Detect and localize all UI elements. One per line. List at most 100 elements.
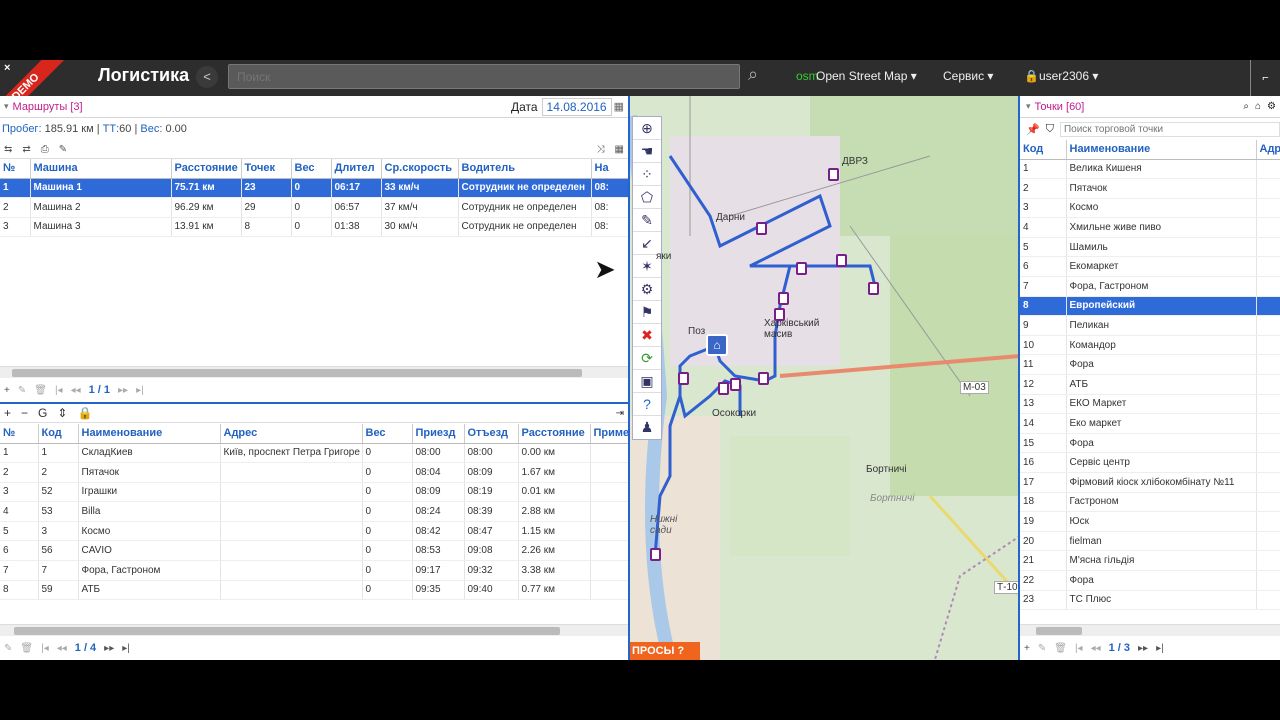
polygon-icon[interactable]: ⬠ bbox=[633, 186, 661, 209]
table-row[interactable]: 8 59 АТБ 0 09:35 09:40 0.77 км bbox=[0, 580, 629, 601]
column-header[interactable]: На bbox=[591, 159, 629, 179]
panel-toggle-icon[interactable]: ⌐ bbox=[1250, 60, 1280, 96]
wrench-icon[interactable]: ✎ bbox=[59, 144, 67, 155]
user-menu[interactable]: 🔒user2306 ▾ bbox=[1024, 69, 1098, 83]
table-row[interactable]: 21 М'ясна гільдія bbox=[1020, 550, 1280, 571]
search-input[interactable] bbox=[228, 64, 740, 89]
column-header[interactable]: Адр bbox=[1256, 140, 1280, 160]
remove-stop-icon[interactable]: − bbox=[21, 406, 28, 420]
last-page-icon[interactable]: ▸| bbox=[136, 385, 144, 396]
questions-banner[interactable]: ПРОСЫ ? bbox=[630, 642, 700, 660]
lock-icon[interactable]: 🔒 bbox=[77, 406, 92, 420]
calendar-icon[interactable]: ▦ bbox=[614, 100, 624, 113]
next-stop-page-icon[interactable]: ▸▸ bbox=[104, 643, 114, 654]
column-header[interactable]: Точек bbox=[241, 159, 292, 179]
column-header[interactable]: Вес bbox=[362, 424, 413, 444]
grid-icon[interactable]: ▦ bbox=[615, 144, 624, 155]
route-marker[interactable] bbox=[828, 168, 839, 181]
stops-scrollbar[interactable] bbox=[0, 624, 628, 636]
date-input[interactable]: 14.08.2016 bbox=[541, 97, 612, 116]
collapse-icon[interactable]: ▾ bbox=[4, 101, 9, 112]
pan-hand-icon[interactable]: ☚ bbox=[633, 140, 661, 163]
table-row[interactable]: 1 Велика Кишеня bbox=[1020, 159, 1280, 180]
points-search-input[interactable] bbox=[1059, 121, 1280, 137]
table-row[interactable]: 3 Машина 3 13.91 км 8 0 01:38 30 км/ч Сотрудник… bbox=[0, 217, 629, 238]
table-row[interactable]: 23 ТС Плюс bbox=[1020, 590, 1280, 611]
add-stop-icon[interactable]: + bbox=[4, 406, 11, 420]
flag-icon[interactable]: ⚑ bbox=[633, 301, 661, 324]
share-icon[interactable]: < bbox=[196, 66, 218, 88]
route-marker[interactable] bbox=[650, 548, 661, 561]
routes-scrollbar[interactable] bbox=[0, 366, 628, 378]
swap-icon[interactable]: ⇆ bbox=[4, 144, 12, 155]
points-scrollbar[interactable] bbox=[1020, 624, 1280, 636]
table-row[interactable]: 15 Фора bbox=[1020, 433, 1280, 454]
table-row[interactable]: 2 2 Пятачок 0 08:04 08:09 1.67 км bbox=[0, 462, 629, 483]
settings-points-icon[interactable]: ⚙ bbox=[1267, 101, 1276, 112]
table-row[interactable]: 14 Еко маркет bbox=[1020, 413, 1280, 434]
print-icon[interactable]: ⎙ bbox=[41, 144, 49, 155]
column-header[interactable]: Код bbox=[1020, 140, 1067, 160]
route-marker[interactable] bbox=[758, 372, 769, 385]
close-icon[interactable]: × bbox=[4, 62, 10, 74]
locate-icon[interactable]: ⊕ bbox=[633, 117, 661, 140]
film-icon[interactable]: ▣ bbox=[633, 370, 661, 393]
column-header[interactable]: № bbox=[0, 159, 31, 179]
column-header[interactable]: Отъезд bbox=[464, 424, 519, 444]
last-points-page-icon[interactable]: ▸| bbox=[1156, 643, 1164, 654]
collapse-points-icon[interactable]: ▾ bbox=[1026, 101, 1031, 112]
table-row[interactable]: 4 53 Billa 0 08:24 08:39 2.88 км bbox=[0, 501, 629, 522]
table-row[interactable]: 8 Европейский bbox=[1020, 296, 1280, 317]
last-stop-page-icon[interactable]: ▸| bbox=[122, 643, 130, 654]
add-point-icon[interactable]: + bbox=[1024, 643, 1030, 654]
map-source-dropdown[interactable]: Open Street Map ▾ bbox=[816, 69, 917, 83]
settings-icon[interactable]: ⚙ bbox=[633, 278, 661, 301]
prev-page-icon[interactable]: ◂◂ bbox=[71, 385, 81, 396]
next-page-icon[interactable]: ▸▸ bbox=[118, 385, 128, 396]
table-row[interactable]: 1 1 СкладКиев Київ, проспект Петра Григоре 0… bbox=[0, 443, 629, 464]
table-row[interactable]: 10 Командор bbox=[1020, 335, 1280, 356]
prev-points-page-icon[interactable]: ◂◂ bbox=[1091, 643, 1101, 654]
column-header[interactable]: Длител bbox=[331, 159, 382, 179]
column-header[interactable]: Приме bbox=[590, 424, 629, 444]
help-icon[interactable]: ? bbox=[633, 393, 661, 416]
person-icon[interactable]: ♟ bbox=[633, 416, 661, 439]
table-row[interactable]: 2 Пятачок bbox=[1020, 178, 1280, 199]
add-icon[interactable]: + bbox=[4, 385, 10, 396]
column-header[interactable]: Расстояние bbox=[518, 424, 591, 444]
route-marker[interactable] bbox=[836, 254, 847, 267]
pen-icon[interactable]: ✎ bbox=[633, 209, 661, 232]
search-points-icon[interactable]: ⌕ bbox=[1243, 101, 1249, 112]
next-points-page-icon[interactable]: ▸▸ bbox=[1138, 643, 1148, 654]
table-row[interactable]: 3 52 Іграшки 0 08:09 08:19 0.01 км bbox=[0, 482, 629, 503]
column-header[interactable]: № bbox=[0, 424, 39, 444]
route-marker[interactable] bbox=[774, 308, 785, 321]
table-row[interactable]: 11 Фора bbox=[1020, 354, 1280, 376]
delete-point-icon[interactable]: 🗑 bbox=[1054, 643, 1067, 654]
first-page-icon[interactable]: |◂ bbox=[55, 385, 63, 396]
table-row[interactable]: 2 Машина 2 96.29 км 29 0 06:57 37 км/ч Сотрудни… bbox=[0, 197, 629, 218]
shuffle-icon[interactable]: ⤨ bbox=[597, 144, 605, 155]
first-points-page-icon[interactable]: |◂ bbox=[1075, 643, 1083, 654]
map-view[interactable]: ⊕ ☚ ⁘ ⬠ ✎ ↙ ✶ ⚙ ⚑ ✖ ⟳ ▣ ? ♟ ДВРЗ Дарни я… bbox=[628, 96, 1018, 660]
table-row[interactable]: 1 Машина 1 75.71 км 23 0 06:17 33 км/ч Сотрудни… bbox=[0, 178, 629, 199]
route-marker[interactable] bbox=[678, 372, 689, 385]
table-row[interactable]: 17 Фірмовий кіоск хлібокомбінату №11 bbox=[1020, 472, 1280, 493]
column-header[interactable]: Приезд bbox=[412, 424, 465, 444]
route-marker[interactable] bbox=[868, 282, 879, 295]
reorder-icon[interactable]: ⇄ bbox=[22, 144, 30, 155]
points-icon[interactable]: ⁘ bbox=[633, 163, 661, 186]
table-row[interactable]: 20 fielman bbox=[1020, 531, 1280, 552]
search-icon[interactable]: ⌕ bbox=[748, 64, 770, 88]
route-marker[interactable] bbox=[778, 292, 789, 305]
route-marker[interactable] bbox=[730, 378, 741, 391]
table-row[interactable]: 5 Шамиль bbox=[1020, 237, 1280, 258]
sort-icon[interactable]: ⇕ bbox=[57, 406, 67, 420]
prev-stop-page-icon[interactable]: ◂◂ bbox=[57, 643, 67, 654]
table-row[interactable]: 5 3 Космо 0 08:42 08:47 1.15 км bbox=[0, 521, 629, 542]
column-header[interactable]: Водитель bbox=[458, 159, 592, 179]
column-header[interactable]: Машина bbox=[30, 159, 172, 179]
column-header[interactable]: Наименование bbox=[1066, 140, 1257, 160]
pin-icon[interactable]: 📌 bbox=[1026, 123, 1040, 136]
table-row[interactable]: 4 Хмильне живе пиво bbox=[1020, 217, 1280, 238]
